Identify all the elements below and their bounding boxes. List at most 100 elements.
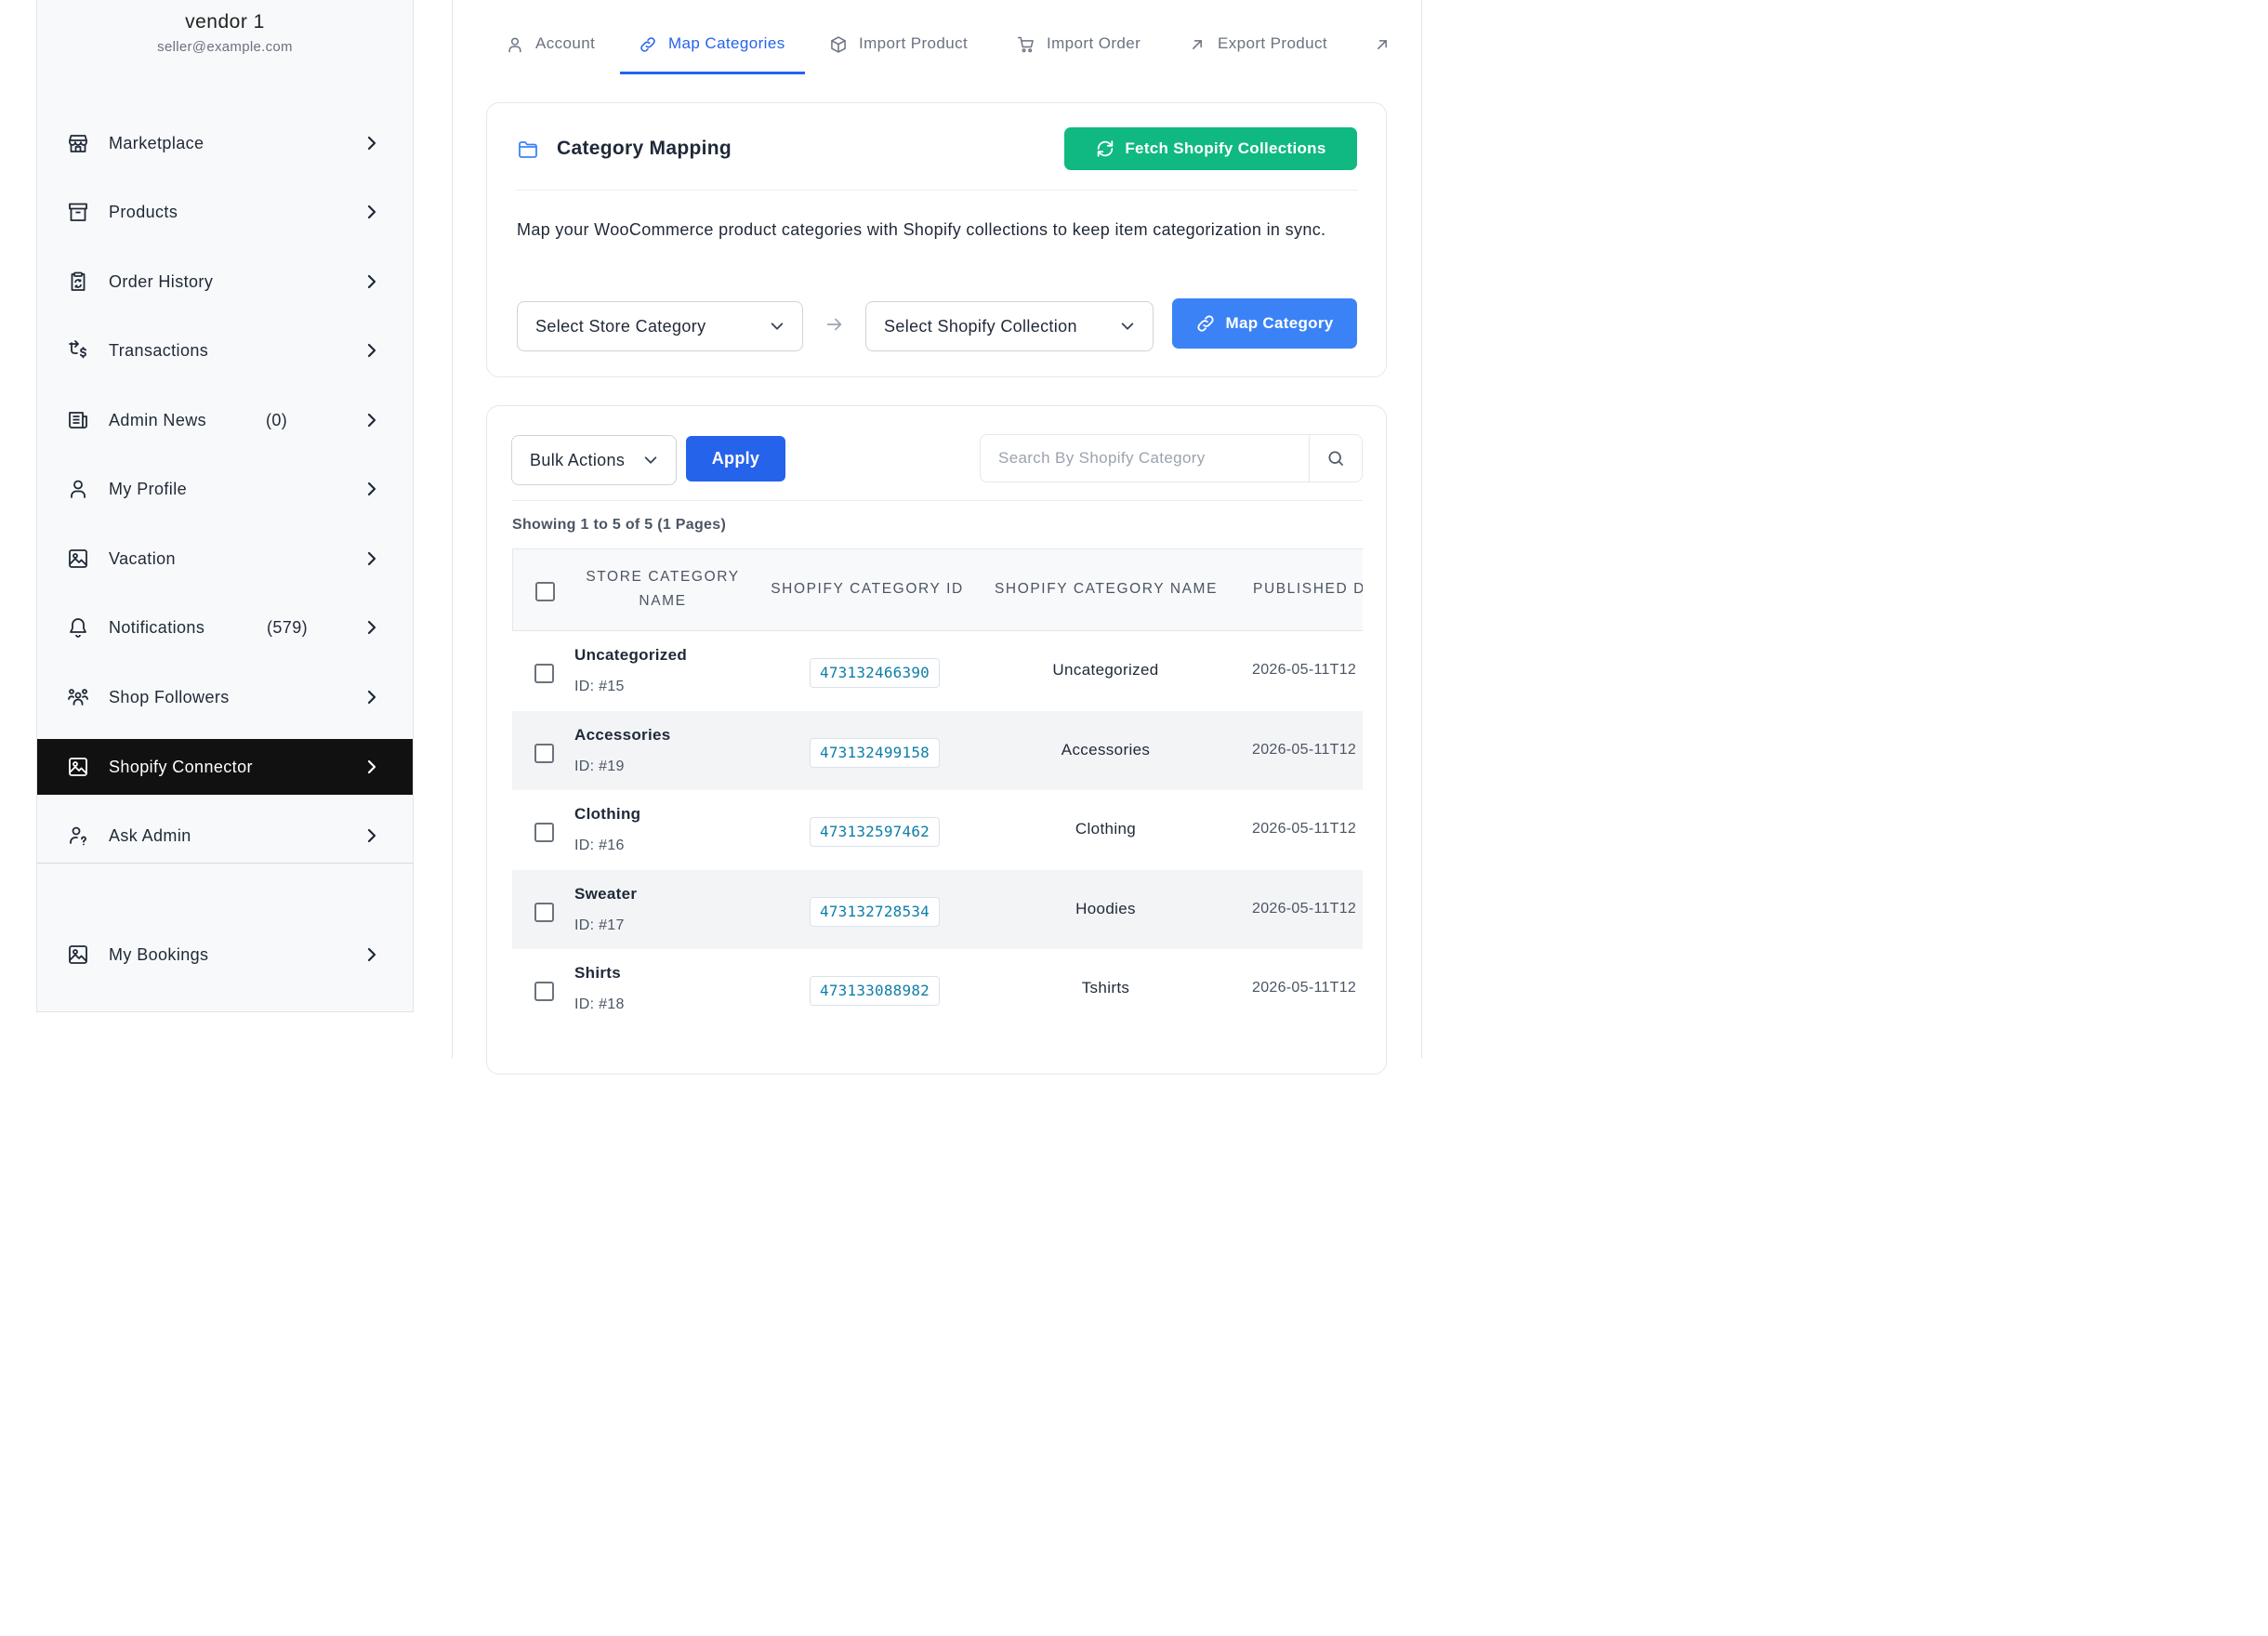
search-input[interactable] xyxy=(981,435,1309,482)
sidebar-item-transactions[interactable]: Transactions xyxy=(37,323,413,378)
tab-export-product[interactable]: Export Product xyxy=(1188,22,1327,74)
tab-map-categories[interactable]: Map Categories xyxy=(639,22,785,74)
vendor-sidebar: vendor 1 seller@example.com Marketplace … xyxy=(36,0,414,1012)
sidebar-item-label: Notifications xyxy=(109,617,205,637)
sidebar-item-label: Order History xyxy=(109,271,214,291)
table-row: Clothing ID: #16 473132597462 Clothing 2… xyxy=(512,790,1363,870)
sidebar-item-notifications[interactable]: Notifications (579) xyxy=(37,600,413,655)
archive-box-icon xyxy=(67,201,89,223)
active-tab-indicator xyxy=(620,72,805,74)
store-category-id: ID: #18 xyxy=(574,996,625,1012)
category-table: STORE CATEGORY NAME SHOPIFY CATEGORY ID … xyxy=(512,548,1363,1078)
apply-button[interactable]: Apply xyxy=(686,436,785,482)
sidebar-item-label: My Bookings xyxy=(109,944,209,964)
store-category-id: ID: #16 xyxy=(574,838,625,853)
chevron-right-icon xyxy=(363,341,381,360)
sidebar-item-vacation[interactable]: Vacation xyxy=(37,531,413,587)
row-checkbox[interactable] xyxy=(534,664,554,683)
tab-label: Export Product xyxy=(1218,34,1328,52)
search-icon xyxy=(1326,449,1345,468)
search-button[interactable] xyxy=(1309,435,1362,482)
sidebar-item-label: Admin News xyxy=(109,410,207,429)
bulk-actions-select[interactable]: Bulk Actions xyxy=(511,435,677,485)
map-category-label: Map Category xyxy=(1225,314,1334,332)
shopify-category-name: Accessories xyxy=(1061,740,1151,759)
shopify-collection-select[interactable]: Select Shopify Collection xyxy=(865,301,1154,351)
column-shopify-category-name: SHOPIFY CATEGORY NAME xyxy=(994,581,1219,597)
published-date: 2026-05-11T12 xyxy=(1252,821,1357,837)
map-category-button[interactable]: Map Category xyxy=(1172,298,1357,349)
user-icon xyxy=(506,35,524,54)
sidebar-item-label: Vacation xyxy=(109,548,176,568)
published-date: 2026-05-11T12 xyxy=(1252,741,1357,758)
sidebar-item-my-bookings[interactable]: My Bookings xyxy=(37,927,413,983)
sidebar-item-shop-followers[interactable]: Shop Followers xyxy=(37,669,413,725)
store-category-select[interactable]: Select Store Category xyxy=(517,301,803,351)
tab-more[interactable] xyxy=(1373,22,1403,74)
shopify-category-name: Tshirts xyxy=(1081,979,1130,996)
chevron-down-icon xyxy=(1119,318,1136,335)
chevron-right-icon xyxy=(363,688,381,706)
arrow-up-right-icon xyxy=(1188,35,1207,54)
row-checkbox[interactable] xyxy=(534,823,554,842)
sidebar-item-order-history[interactable]: Order History xyxy=(37,254,413,310)
table-header: STORE CATEGORY NAME SHOPIFY CATEGORY ID … xyxy=(512,548,1363,631)
shopify-category-id-badge[interactable]: 473132597462 xyxy=(810,817,940,847)
shopify-category-id-badge[interactable]: 473133088982 xyxy=(810,976,940,1006)
column-store-category-name: STORE CATEGORY NAME xyxy=(574,565,751,614)
sidebar-item-label: Shop Followers xyxy=(109,687,230,706)
sidebar-item-my-profile[interactable]: My Profile xyxy=(37,461,413,517)
image-icon xyxy=(67,943,89,966)
table-row: Uncategorized ID: #15 473132466390 Uncat… xyxy=(512,631,1363,711)
notifications-count: (579) xyxy=(267,617,309,637)
link-icon xyxy=(1195,313,1216,334)
category-mapping-title: Category Mapping xyxy=(557,138,732,159)
image-icon xyxy=(67,548,89,570)
link-icon xyxy=(639,35,657,54)
sidebar-item-ask-admin[interactable]: Ask Admin xyxy=(37,808,413,864)
chevron-right-icon xyxy=(363,480,381,498)
sidebar-item-shopify-connector[interactable]: Shopify Connector xyxy=(37,739,413,795)
store-category-id: ID: #19 xyxy=(574,758,625,774)
clipboard-refresh-icon xyxy=(67,270,89,293)
store-category-id: ID: #17 xyxy=(574,917,625,933)
sidebar-item-marketplace[interactable]: Marketplace xyxy=(37,115,413,171)
chevron-down-icon xyxy=(642,452,659,468)
table-row: Accessories ID: #19 473132499158 Accesso… xyxy=(512,710,1363,790)
user-question-icon xyxy=(67,825,89,847)
sidebar-item-label: My Profile xyxy=(109,479,188,498)
row-checkbox[interactable] xyxy=(534,982,554,1001)
sidebar-divider xyxy=(37,863,413,864)
category-mapping-card: Category Mapping Fetch Shopify Collectio… xyxy=(486,102,1387,377)
card-divider xyxy=(516,190,1358,191)
category-list-card: Bulk Actions Apply Showing 1 to 5 of 5 (… xyxy=(486,405,1387,1075)
chevron-right-icon xyxy=(363,134,381,152)
row-checkbox[interactable] xyxy=(534,902,554,922)
chevron-right-icon xyxy=(363,203,381,221)
shopify-category-id-badge[interactable]: 473132466390 xyxy=(810,658,940,688)
sidebar-item-label: Transactions xyxy=(109,340,209,360)
cart-icon xyxy=(1017,35,1035,54)
store-category-name: Accessories xyxy=(574,725,671,744)
shopify-collection-select-value: Select Shopify Collection xyxy=(884,316,1077,336)
table-row: Shirts ID: #18 473133088982 Tshirts 2026… xyxy=(512,949,1363,1029)
shopify-category-id-badge[interactable]: 473132728534 xyxy=(810,896,940,927)
select-all-checkbox[interactable] xyxy=(535,582,555,601)
row-checkbox[interactable] xyxy=(534,743,554,763)
tab-label: Account xyxy=(535,34,596,52)
shopify-category-id-badge[interactable]: 473132499158 xyxy=(810,737,940,768)
shopify-category-name: Hoodies xyxy=(1075,899,1136,917)
sidebar-item-products[interactable]: Products xyxy=(37,184,413,240)
sidebar-item-admin-news[interactable]: Admin News (0) xyxy=(37,392,413,448)
search-box xyxy=(980,434,1363,482)
store-category-name: Uncategorized xyxy=(574,646,688,664)
tab-import-order[interactable]: Import Order xyxy=(1017,22,1141,74)
shopify-category-name: Uncategorized xyxy=(1052,661,1159,679)
fetch-shopify-collections-button[interactable]: Fetch Shopify Collections xyxy=(1064,127,1357,170)
chevron-right-icon xyxy=(363,826,381,845)
tab-account[interactable]: Account xyxy=(506,22,595,74)
sidebar-item-label: Shopify Connector xyxy=(109,757,253,776)
bell-icon xyxy=(67,616,89,639)
store-category-name: Shirts xyxy=(574,964,621,982)
tab-import-product[interactable]: Import Product xyxy=(829,22,968,74)
